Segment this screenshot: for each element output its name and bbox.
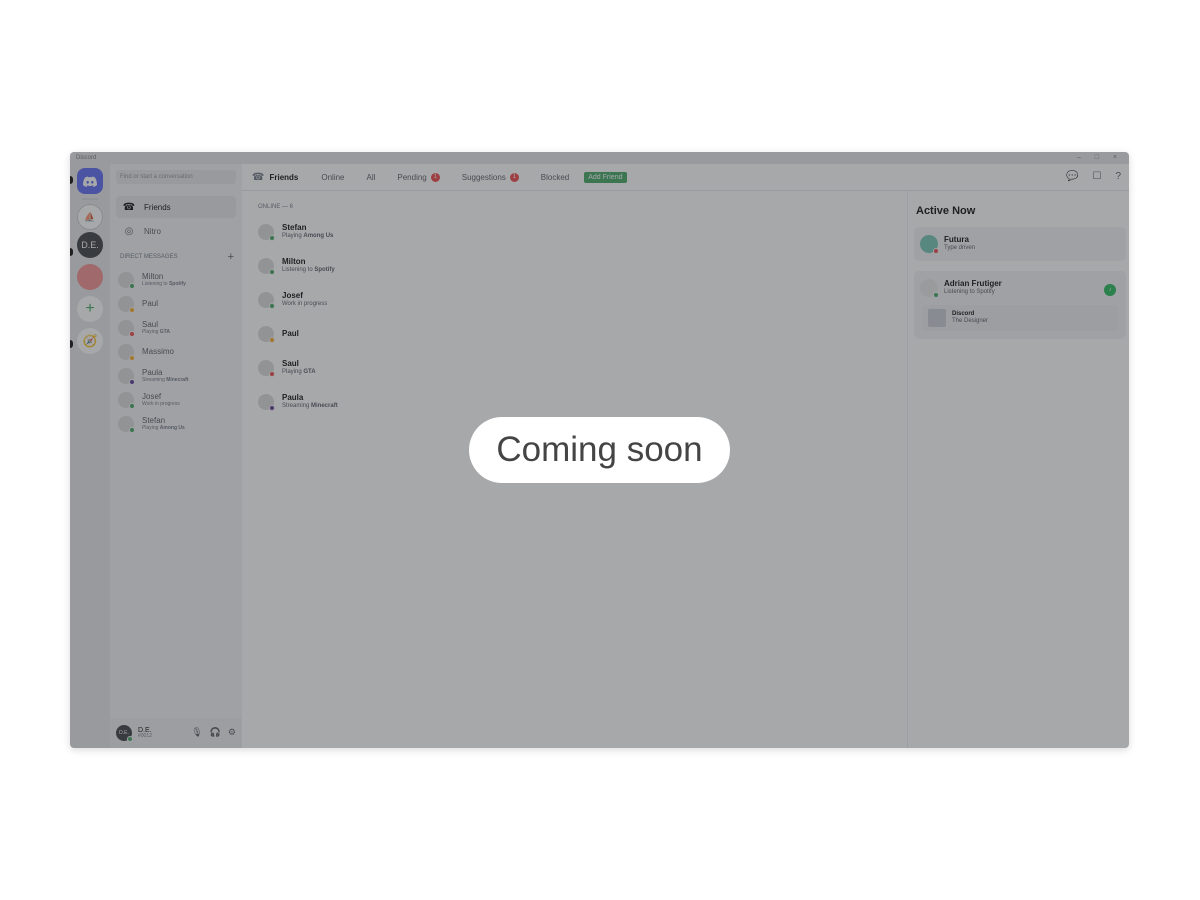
coming-soon-pill: Coming soon — [469, 417, 730, 483]
